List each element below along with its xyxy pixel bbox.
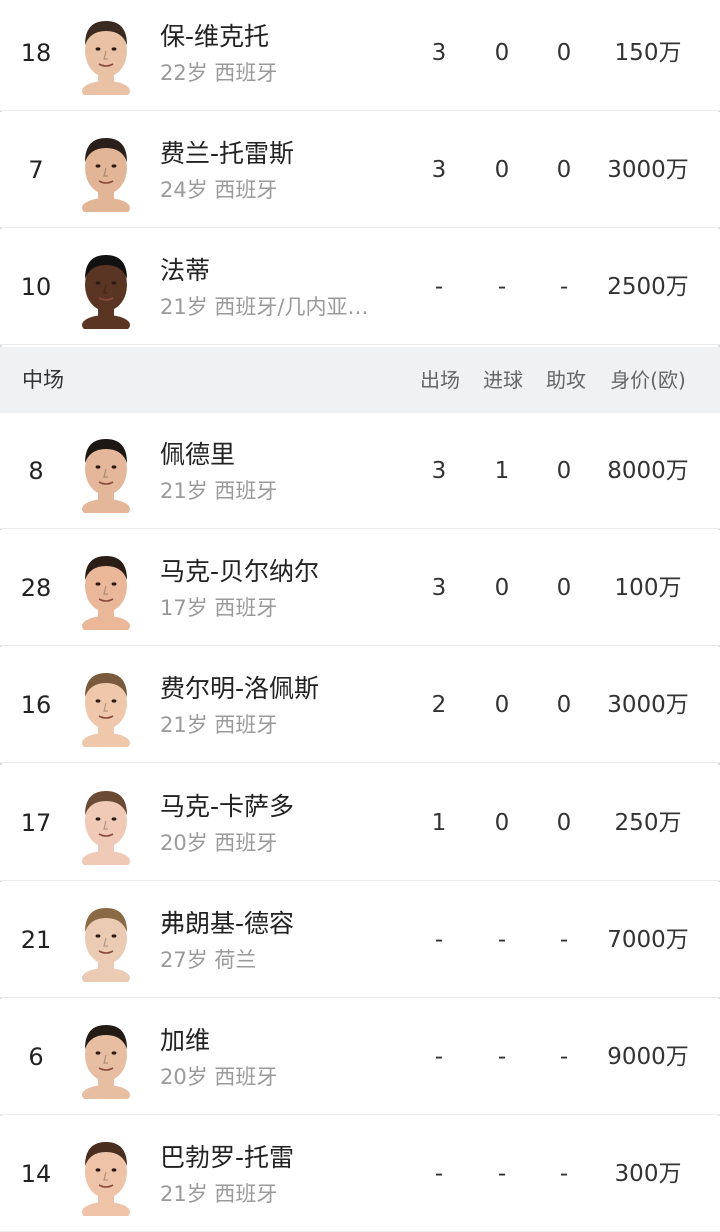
goals-value: 0	[494, 157, 510, 184]
player-avatar	[76, 896, 136, 982]
column-header-assists: 助攻	[546, 368, 586, 392]
appearances-value: -	[434, 274, 444, 301]
player-row[interactable]: 6 加维 20岁 西班牙 - - - 9000万	[0, 999, 720, 1115]
assists-value: -	[559, 1161, 569, 1188]
assists-value: 0	[556, 575, 572, 602]
player-age-nationality: 22岁 西班牙	[160, 61, 278, 85]
player-avatar	[76, 243, 136, 330]
appearances-value: -	[434, 1161, 444, 1188]
shirt-number: 10	[20, 273, 52, 302]
shirt-number: 18	[20, 39, 52, 67]
shirt-number: 28	[20, 574, 52, 603]
shirt-number: 16	[20, 691, 52, 720]
market-value: 2500万	[607, 274, 689, 301]
goals-value: 0	[494, 692, 510, 719]
appearances-value: 3	[431, 40, 447, 66]
player-age-nationality: 20岁 西班牙	[160, 830, 278, 855]
shirt-number: 14	[20, 1160, 52, 1189]
player-row[interactable]: 21 弗朗基-德容 27岁 荷兰 - - - 7000万	[0, 881, 720, 998]
player-row[interactable]: 18 保-维克托 22岁 西班牙 3 0 0 150万	[0, 0, 720, 111]
assists-value: 0	[556, 809, 572, 836]
market-value: 8000万	[607, 458, 689, 484]
market-value: 300万	[614, 1161, 682, 1188]
column-header-goals: 进球	[483, 368, 523, 392]
player-row[interactable]: 14 巴勃罗-托雷 21岁 西班牙 - - - 300万	[0, 1116, 720, 1232]
market-value: 150万	[614, 40, 682, 66]
assists-value: -	[559, 274, 569, 301]
assists-value: 0	[556, 692, 572, 719]
goals-value: -	[497, 274, 507, 301]
shirt-number: 6	[28, 1043, 44, 1071]
player-age-nationality: 21岁 西班牙	[160, 1182, 278, 1207]
player-avatar	[76, 661, 136, 748]
appearances-value: 3	[431, 157, 447, 184]
player-name[interactable]: 费尔明-洛佩斯	[160, 669, 319, 705]
player-avatar	[76, 9, 136, 95]
player-avatar	[76, 779, 136, 865]
goals-value: 0	[494, 575, 510, 602]
player-age-nationality: 20岁 西班牙	[160, 1065, 278, 1089]
appearances-value: -	[434, 926, 444, 953]
player-avatar	[76, 1130, 136, 1217]
appearances-value: 3	[431, 458, 447, 484]
player-age-nationality: 21岁 西班牙/几内亚…	[160, 295, 369, 320]
player-avatar	[76, 126, 136, 213]
assists-value: -	[559, 1044, 569, 1070]
player-row[interactable]: 17 马克-卡萨多 20岁 西班牙 1 0 0 250万	[0, 764, 720, 881]
market-value: 7000万	[607, 926, 689, 953]
player-age-nationality: 17岁 西班牙	[160, 596, 278, 621]
player-name[interactable]: 马克-贝尔纳尔	[160, 552, 319, 588]
goals-value: 1	[494, 458, 510, 484]
market-value: 100万	[614, 575, 682, 602]
player-name[interactable]: 马克-卡萨多	[160, 787, 294, 823]
player-avatar	[76, 427, 136, 513]
player-name[interactable]: 加维	[160, 1021, 210, 1057]
player-name[interactable]: 费兰-托雷斯	[160, 134, 294, 170]
appearances-value: 1	[431, 809, 447, 836]
assists-value: 0	[556, 40, 572, 66]
shirt-number: 7	[28, 156, 44, 185]
shirt-number: 17	[20, 808, 52, 837]
market-value: 3000万	[607, 692, 689, 719]
player-name[interactable]: 法蒂	[160, 251, 210, 287]
appearances-value: 2	[431, 692, 447, 719]
goals-value: 0	[494, 809, 510, 836]
assists-value: -	[559, 926, 569, 953]
appearances-value: 3	[431, 575, 447, 602]
assists-value: 0	[556, 458, 572, 484]
player-avatar	[76, 1013, 136, 1099]
appearances-value: -	[434, 1044, 444, 1070]
player-age-nationality: 21岁 西班牙	[160, 713, 278, 738]
player-name[interactable]: 保-维克托	[160, 17, 269, 53]
goals-value: -	[497, 1161, 507, 1188]
goals-value: -	[497, 926, 507, 953]
player-age-nationality: 21岁 西班牙	[160, 479, 278, 503]
player-row[interactable]: 8 佩德里 21岁 西班牙 3 1 0 8000万	[0, 413, 720, 529]
player-name[interactable]: 巴勃罗-托雷	[160, 1138, 294, 1174]
player-name[interactable]: 佩德里	[160, 435, 235, 471]
goals-value: -	[497, 1044, 507, 1070]
player-name[interactable]: 弗朗基-德容	[160, 904, 294, 940]
assists-value: 0	[556, 157, 572, 184]
player-row[interactable]: 16 费尔明-洛佩斯 21岁 西班牙 2 0 0 3000万	[0, 647, 720, 764]
player-row[interactable]: 7 费兰-托雷斯 24岁 西班牙 3 0 0 3000万	[0, 112, 720, 229]
player-age-nationality: 27岁 荷兰	[160, 947, 257, 972]
column-header-market-value: 身价(欧)	[610, 368, 686, 392]
market-value: 250万	[614, 809, 682, 836]
column-header-appearances: 出场	[420, 368, 460, 392]
goals-value: 0	[494, 40, 510, 66]
shirt-number: 8	[28, 457, 44, 485]
section-title: 中场	[22, 368, 64, 392]
player-avatar	[76, 544, 136, 631]
market-value: 3000万	[607, 157, 689, 184]
market-value: 9000万	[607, 1044, 689, 1070]
player-row[interactable]: 28 马克-贝尔纳尔 17岁 西班牙 3 0 0 100万	[0, 530, 720, 647]
shirt-number: 21	[20, 925, 52, 954]
player-row[interactable]: 10 法蒂 21岁 西班牙/几内亚… - - - 2500万	[0, 229, 720, 346]
midfield-section-header: 中场 出场 进球 助攻 身价(欧)	[0, 347, 720, 413]
player-age-nationality: 24岁 西班牙	[160, 178, 278, 203]
